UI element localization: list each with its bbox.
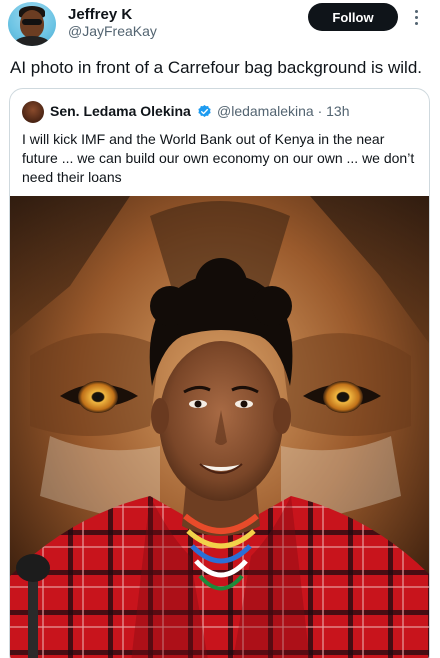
avatar-shirt: [14, 36, 50, 46]
author-name[interactable]: Jeffrey K: [68, 6, 132, 23]
avatar-glasses: [22, 19, 42, 25]
verified-badge-icon: [198, 104, 211, 117]
quoted-photo[interactable]: [10, 196, 430, 658]
quoted-handle-time[interactable]: @ledamalekina · 13h: [217, 103, 350, 119]
more-vertical-icon[interactable]: [408, 6, 424, 28]
quoted-text: I will kick IMF and the World Bank out o…: [22, 131, 415, 185]
tweet-header: Jeffrey K @JayFreaKay Follow: [0, 0, 440, 50]
quoted-tweet[interactable]: Sen. Ledama Olekina @ledamalekina · 13h …: [9, 88, 430, 658]
profile-avatar[interactable]: [8, 2, 56, 46]
quoted-author-name[interactable]: Sen. Ledama Olekina: [50, 103, 191, 119]
follow-button[interactable]: Follow: [308, 3, 398, 31]
quoted-avatar[interactable]: [22, 101, 44, 123]
author-handle[interactable]: @JayFreaKay: [68, 23, 157, 39]
tweet-text: AI photo in front of a Carrefour bag bac…: [10, 58, 423, 77]
